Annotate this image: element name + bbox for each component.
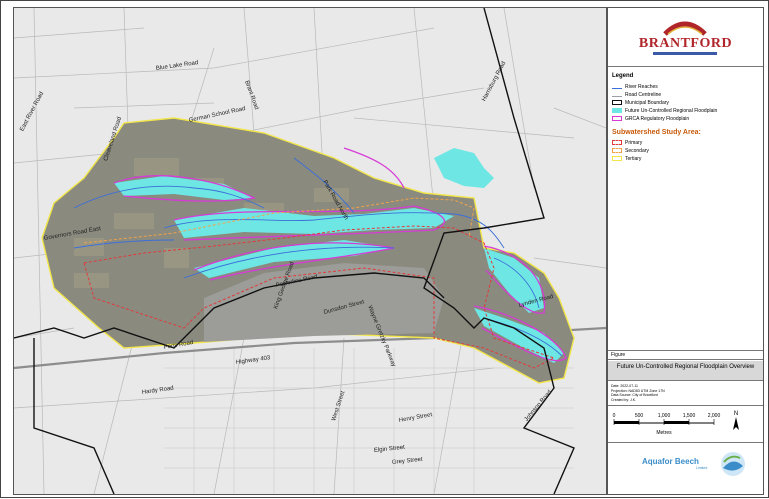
scale-tick: 2,000 bbox=[708, 413, 721, 419]
legend-label: Primary bbox=[625, 140, 643, 146]
legend: Legend River Reaches Road Centreline Mun… bbox=[608, 70, 763, 351]
legend-title: Legend bbox=[612, 73, 634, 79]
legend-label: GRCA Regulatory Floodplain bbox=[625, 116, 690, 122]
company-name: Aquafor Beech bbox=[642, 457, 699, 466]
brantford-logo-text: BRANTFORD bbox=[638, 36, 733, 51]
north-arrow-icon bbox=[733, 417, 739, 430]
tertiary-area-icon bbox=[612, 156, 622, 162]
legend-label: River Reaches bbox=[625, 84, 658, 90]
logo-box: BRANTFORD bbox=[608, 8, 763, 67]
scale-bar: 0 500 1,000 1,500 2,000 Metres N bbox=[608, 406, 763, 443]
legend-item-primary: Primary bbox=[612, 140, 642, 147]
legend-item-river: River Reaches bbox=[612, 84, 658, 91]
grca-box-icon bbox=[612, 116, 622, 122]
river-line-icon bbox=[612, 85, 622, 89]
map-view[interactable]: Blue Lake Road Brant Road German School … bbox=[13, 7, 607, 495]
scale-bar-graphic: 0 500 1,000 1,500 2,000 Metres N bbox=[613, 411, 739, 436]
company-footer: Aquafor Beech Limited bbox=[608, 442, 763, 494]
company-suffix: Limited bbox=[696, 466, 708, 470]
map-canvas bbox=[14, 8, 606, 494]
scale-tick: 500 bbox=[635, 413, 644, 419]
legend-label: Road Centreline bbox=[625, 92, 662, 98]
legend-item-tertiary: Tertiary bbox=[612, 156, 641, 163]
scale-unit: Metres bbox=[656, 430, 672, 436]
map-title: Future Un-Controlled Regional Floodplain… bbox=[608, 361, 763, 381]
secondary-area-icon bbox=[612, 148, 622, 154]
legend-item-secondary: Secondary bbox=[612, 148, 649, 155]
legend-item-grca: GRCA Regulatory Floodplain bbox=[612, 116, 689, 123]
road-line-icon bbox=[612, 93, 622, 97]
scale-tick: 1,500 bbox=[683, 413, 696, 419]
map-metadata: Date: 2022-07-11 Projection: NAD83 UTM Z… bbox=[608, 382, 763, 406]
legend-label: Future Un-Controlled Regional Floodplain bbox=[625, 108, 718, 114]
meta-line: Created by: J.K. bbox=[611, 397, 637, 402]
legend-label: Secondary bbox=[625, 148, 649, 154]
legend-item-future-floodplain: Future Un-Controlled Regional Floodplain bbox=[612, 108, 717, 115]
side-panel: BRANTFORD Legend River Reaches Road Cent… bbox=[607, 7, 764, 495]
legend-label: Municipal Boundary bbox=[625, 100, 669, 106]
map-sheet: Blue Lake Road Brant Road German School … bbox=[0, 0, 769, 498]
aquafor-logo-icon bbox=[721, 452, 745, 476]
legend-label: Tertiary bbox=[625, 156, 642, 162]
figure-label: Figure bbox=[608, 350, 763, 360]
north-label: N bbox=[734, 411, 738, 417]
legend-item-boundary: Municipal Boundary bbox=[612, 100, 669, 107]
boundary-box-icon bbox=[612, 100, 622, 106]
floodplain-fill-icon bbox=[612, 108, 622, 114]
scale-tick: 0 bbox=[613, 413, 616, 419]
scale-tick: 1,000 bbox=[658, 413, 671, 419]
primary-area-icon bbox=[612, 140, 622, 146]
urban-streets bbox=[164, 348, 574, 494]
subwatershed-title: Subwatershed Study Area: bbox=[612, 129, 701, 136]
legend-item-road: Road Centreline bbox=[612, 92, 661, 99]
